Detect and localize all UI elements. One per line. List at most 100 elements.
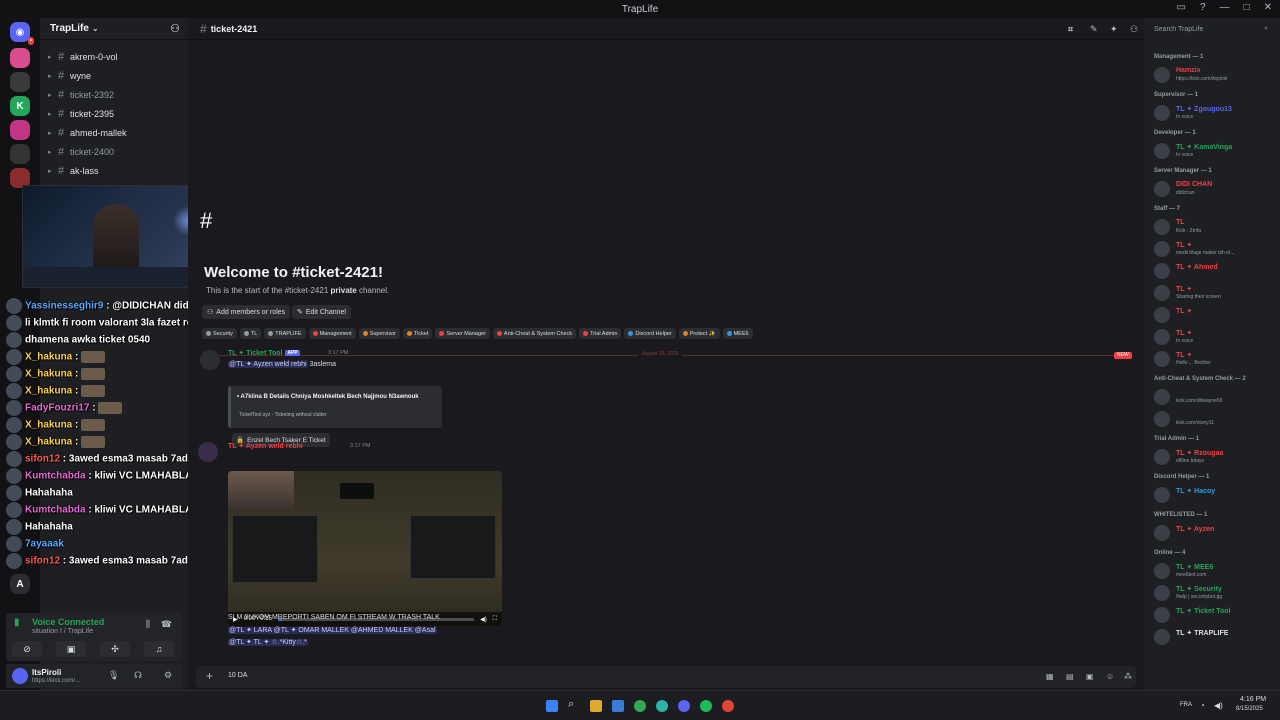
member-item[interactable]: TL ✦ Ayzen <box>1152 522 1278 544</box>
sticker-icon[interactable]: ▣ <box>1086 672 1094 681</box>
new-messages-badge[interactable]: NEW <box>1114 352 1132 359</box>
windows-start-icon[interactable] <box>546 700 558 712</box>
close-icon[interactable]: ✕ <box>1264 2 1272 13</box>
role-tag[interactable]: Server Manager <box>435 328 490 339</box>
chrome-icon[interactable] <box>634 700 646 712</box>
server-icon[interactable] <box>10 120 30 140</box>
add-members-button[interactable]: ⚇ Add members or roles <box>202 305 291 319</box>
search-input[interactable]: Search TrapLife ⌕ <box>1150 22 1274 36</box>
member-item[interactable]: DIDI CHAN didichan <box>1152 178 1278 200</box>
channel-item[interactable]: ▸ # ahmed-mallek <box>48 124 184 141</box>
volume-icon[interactable]: ◀) <box>1214 701 1223 710</box>
role-tag[interactable]: Protect ✨ <box>678 328 720 339</box>
server-icon[interactable] <box>10 144 30 164</box>
file-explorer-icon[interactable] <box>590 700 602 712</box>
inbox-icon[interactable]: ▭ <box>1177 2 1186 13</box>
pin-icon[interactable]: ✦ <box>1110 24 1118 35</box>
store-icon[interactable] <box>612 700 624 712</box>
user-mention[interactable]: @TL ✦ Ayzen weld rebhi <box>228 361 308 368</box>
user-name[interactable]: ItsPiroli <box>32 668 61 677</box>
member-item[interactable]: TL ✦ Sharing their screen <box>1152 282 1278 304</box>
member-item[interactable]: TL ✦ Hacoy <box>1152 484 1278 506</box>
member-item[interactable]: TL ✦ Zgougou13 In voice <box>1152 102 1278 124</box>
member-item[interactable]: TL ✦ KamaVinga In voice <box>1152 140 1278 162</box>
discord-icon[interactable] <box>678 700 690 712</box>
minimize-icon[interactable]: — <box>1220 2 1230 13</box>
channel-item[interactable]: ▸ # wyne <box>48 67 184 84</box>
member-item[interactable]: kick.com/stony11 <box>1152 408 1278 430</box>
member-item[interactable]: TL ✦ medii blage maker bih el... <box>1152 238 1278 260</box>
channel-item[interactable]: ▸ # ticket-2400 <box>48 143 184 160</box>
screen-share-button[interactable]: ▣ <box>56 641 86 657</box>
gift-icon[interactable]: ▦ <box>1046 672 1054 681</box>
avatar[interactable] <box>198 442 218 462</box>
activities-button[interactable]: ✣ <box>100 641 130 657</box>
video-attachment[interactable]: ▶ 0:00 / 0:15 ◀) ⛶ <box>228 471 502 626</box>
voice-status[interactable]: Voice Connected <box>32 617 104 627</box>
camera-button[interactable]: ⊘ <box>12 641 42 657</box>
settings-gear-icon[interactable]: ⚙ <box>164 670 172 681</box>
soundboard-button[interactable]: ♫ <box>144 641 174 657</box>
clock-time[interactable]: 4:16 PM <box>1240 696 1266 703</box>
volume-icon[interactable]: ◀) <box>480 616 487 623</box>
maximize-icon[interactable]: □ <box>1244 2 1250 13</box>
wifi-icon[interactable]: ◔ <box>1200 701 1205 710</box>
member-item[interactable]: TL ✦ Security/help | securitybot.gg <box>1152 582 1278 604</box>
avatar[interactable] <box>200 350 220 370</box>
noise-suppression-icon[interactable]: ⫼ <box>146 619 150 630</box>
member-item[interactable]: kick.com/ddwayne69 <box>1152 386 1278 408</box>
browser-icon[interactable] <box>656 700 668 712</box>
language-indicator[interactable]: FRA <box>1180 702 1192 708</box>
member-item[interactable]: TL ✦ Ahmed <box>1152 260 1278 282</box>
emoji-icon[interactable]: ☺ <box>1106 672 1114 681</box>
edit-channel-button[interactable]: ✎ Edit Channel <box>292 305 351 319</box>
spotify-icon[interactable] <box>700 700 712 712</box>
voice-channel[interactable]: situation I / TrapLife <box>32 628 93 635</box>
role-tag[interactable]: TL <box>239 328 262 339</box>
role-tag[interactable]: Anti-Cheat & System Check <box>492 328 577 339</box>
threads-icon[interactable]: ⌗ <box>1068 24 1073 35</box>
search-icon[interactable]: ⌕ <box>568 698 580 710</box>
user-mentions[interactable]: @TL ✦ LARA @TL ✦ OMAR MALLEK @AHMED MALL… <box>228 627 437 634</box>
role-tag[interactable]: Trial Admin <box>579 328 622 339</box>
clock-date[interactable]: 8/15/2025 <box>1236 706 1263 712</box>
channel-item[interactable]: ▸ # akrem-0-vol <box>48 48 184 65</box>
role-tag[interactable]: Security <box>202 328 237 339</box>
role-tag[interactable]: TRAPLIFE <box>264 328 306 339</box>
message-input[interactable]: 10 DA <box>228 672 247 679</box>
disconnect-icon[interactable]: ☎ <box>161 619 172 630</box>
message-author[interactable]: TL ✦ Ayzen weld rebhi <box>228 442 303 450</box>
server-kick-icon[interactable]: K <box>10 96 30 116</box>
role-tag[interactable]: Discord Helper <box>624 328 676 339</box>
member-item[interactable]: TL ✦ Rzougaa offline bdays <box>1152 446 1278 468</box>
member-item[interactable]: TL ✦ Hello ... Brother <box>1152 348 1278 370</box>
member-item[interactable]: TL ✦ Ticket Tool <box>1152 604 1278 626</box>
server-icon[interactable] <box>10 48 30 68</box>
gif-icon[interactable]: ▤ <box>1066 672 1074 681</box>
role-tag[interactable]: Management <box>308 328 356 339</box>
message-author[interactable]: TL ✦ Ticket Tool APP <box>228 349 300 357</box>
role-tag[interactable]: MEE6 <box>722 328 753 339</box>
member-item[interactable]: Hamzix https://kick.com/itspiroli <box>1152 64 1278 86</box>
notification-icon[interactable]: ✎ <box>1090 24 1098 35</box>
apps-icon[interactable]: ⁂ <box>1124 672 1132 681</box>
role-tag[interactable]: Supervisor <box>358 328 400 339</box>
avatar[interactable] <box>12 668 28 684</box>
member-item[interactable]: TL ✦ TRAPLIFE <box>1152 626 1278 648</box>
user-mentions[interactable]: @TL ✦ TL ✦ ☆.*Kitty☆.* <box>228 639 308 646</box>
server-icon[interactable] <box>10 72 30 92</box>
member-list-icon[interactable]: ⚇ <box>1130 24 1138 35</box>
member-item[interactable]: TL Kick : Zmfa <box>1152 216 1278 238</box>
role-tag[interactable]: Ticket <box>403 328 433 339</box>
channel-item[interactable]: ▸ # ticket-2395 <box>48 105 184 122</box>
server-header[interactable]: TrapLife ⌄ ⚇ <box>40 18 188 40</box>
invite-icon[interactable]: ⚇ <box>170 22 180 35</box>
channel-item[interactable]: ▸ # ak-lass <box>48 162 184 179</box>
help-icon[interactable]: ? <box>1200 2 1206 13</box>
member-item[interactable]: TL ✦ In voice <box>1152 326 1278 348</box>
member-item[interactable]: TL ✦ <box>1152 304 1278 326</box>
channel-item[interactable]: ▸ # ticket-2392 <box>48 86 184 103</box>
member-item[interactable]: TL ✦ MEE6 mee6bot.com <box>1152 560 1278 582</box>
discord-home-icon[interactable]: ◉ • <box>10 22 34 45</box>
fullscreen-icon[interactable]: ⛶ <box>493 616 497 623</box>
